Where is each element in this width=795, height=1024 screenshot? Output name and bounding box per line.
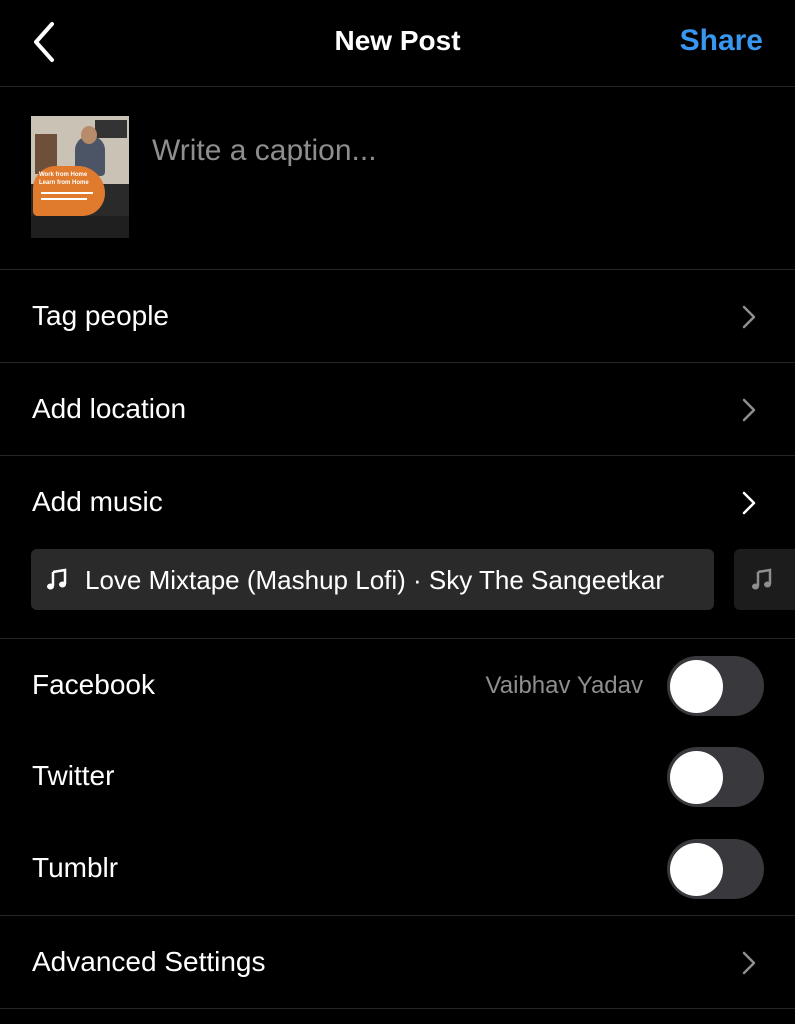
advanced-settings-row[interactable]: Advanced Settings <box>0 916 795 1009</box>
advanced-settings-label: Advanced Settings <box>32 946 266 977</box>
facebook-toggle[interactable] <box>667 656 764 716</box>
twitter-toggle[interactable] <box>667 747 764 807</box>
add-location-label: Add location <box>32 393 187 424</box>
tag-people-label: Tag people <box>32 300 170 331</box>
post-thumbnail[interactable]: Work from Home Learn from Home <box>31 116 129 238</box>
thumbnail-action-bar <box>31 216 129 238</box>
thumbnail-text-line <box>41 198 87 200</box>
thumbnail-head <box>81 126 97 144</box>
thumbnail-screen <box>95 120 127 138</box>
add-music-label[interactable]: Add music <box>32 486 163 518</box>
page-title: New Post <box>334 25 461 56</box>
twitter-label: Twitter <box>32 760 115 791</box>
selected-music-title: Love Mixtape (Mashup Lofi) · Sky The San… <box>85 565 665 595</box>
facebook-label: Facebook <box>32 669 155 700</box>
add-music-section: Add music <box>0 456 795 639</box>
music-note-icon <box>752 568 772 590</box>
twitter-share-row: Twitter <box>0 731 795 823</box>
add-location-row[interactable]: Add location <box>0 363 795 456</box>
header: New Post Share <box>0 0 795 87</box>
tumblr-label: Tumblr <box>32 852 119 883</box>
caption-section: Work from Home Learn from Home <box>0 87 795 270</box>
tumblr-share-row: Tumblr <box>0 823 795 915</box>
music-note-icon <box>47 568 67 590</box>
chevron-right-icon <box>742 305 756 329</box>
facebook-account-name: Vaibhav Yadav <box>485 672 643 699</box>
thumbnail-orange-shape: Work from Home Learn from Home <box>33 166 105 216</box>
chevron-right-icon <box>742 951 756 975</box>
toggle-knob <box>670 660 723 713</box>
facebook-share-row: Facebook Vaibhav Yadav <box>0 639 795 731</box>
chevron-right-icon[interactable] <box>741 490 757 516</box>
thumbnail-text-2: Learn from Home <box>39 180 89 186</box>
toggle-knob <box>670 751 723 804</box>
thumbnail-text-1: Work from Home <box>39 172 88 178</box>
music-suggestion-chip[interactable] <box>734 549 795 610</box>
share-button[interactable]: Share <box>680 24 763 58</box>
thumbnail-text-line <box>41 192 93 194</box>
chevron-right-icon <box>742 398 756 422</box>
tag-people-row[interactable]: Tag people <box>0 270 795 363</box>
toggle-knob <box>670 843 723 896</box>
selected-music-chip[interactable]: Love Mixtape (Mashup Lofi) · Sky The San… <box>31 549 714 610</box>
caption-input[interactable] <box>152 131 752 171</box>
tumblr-toggle[interactable] <box>667 839 764 899</box>
